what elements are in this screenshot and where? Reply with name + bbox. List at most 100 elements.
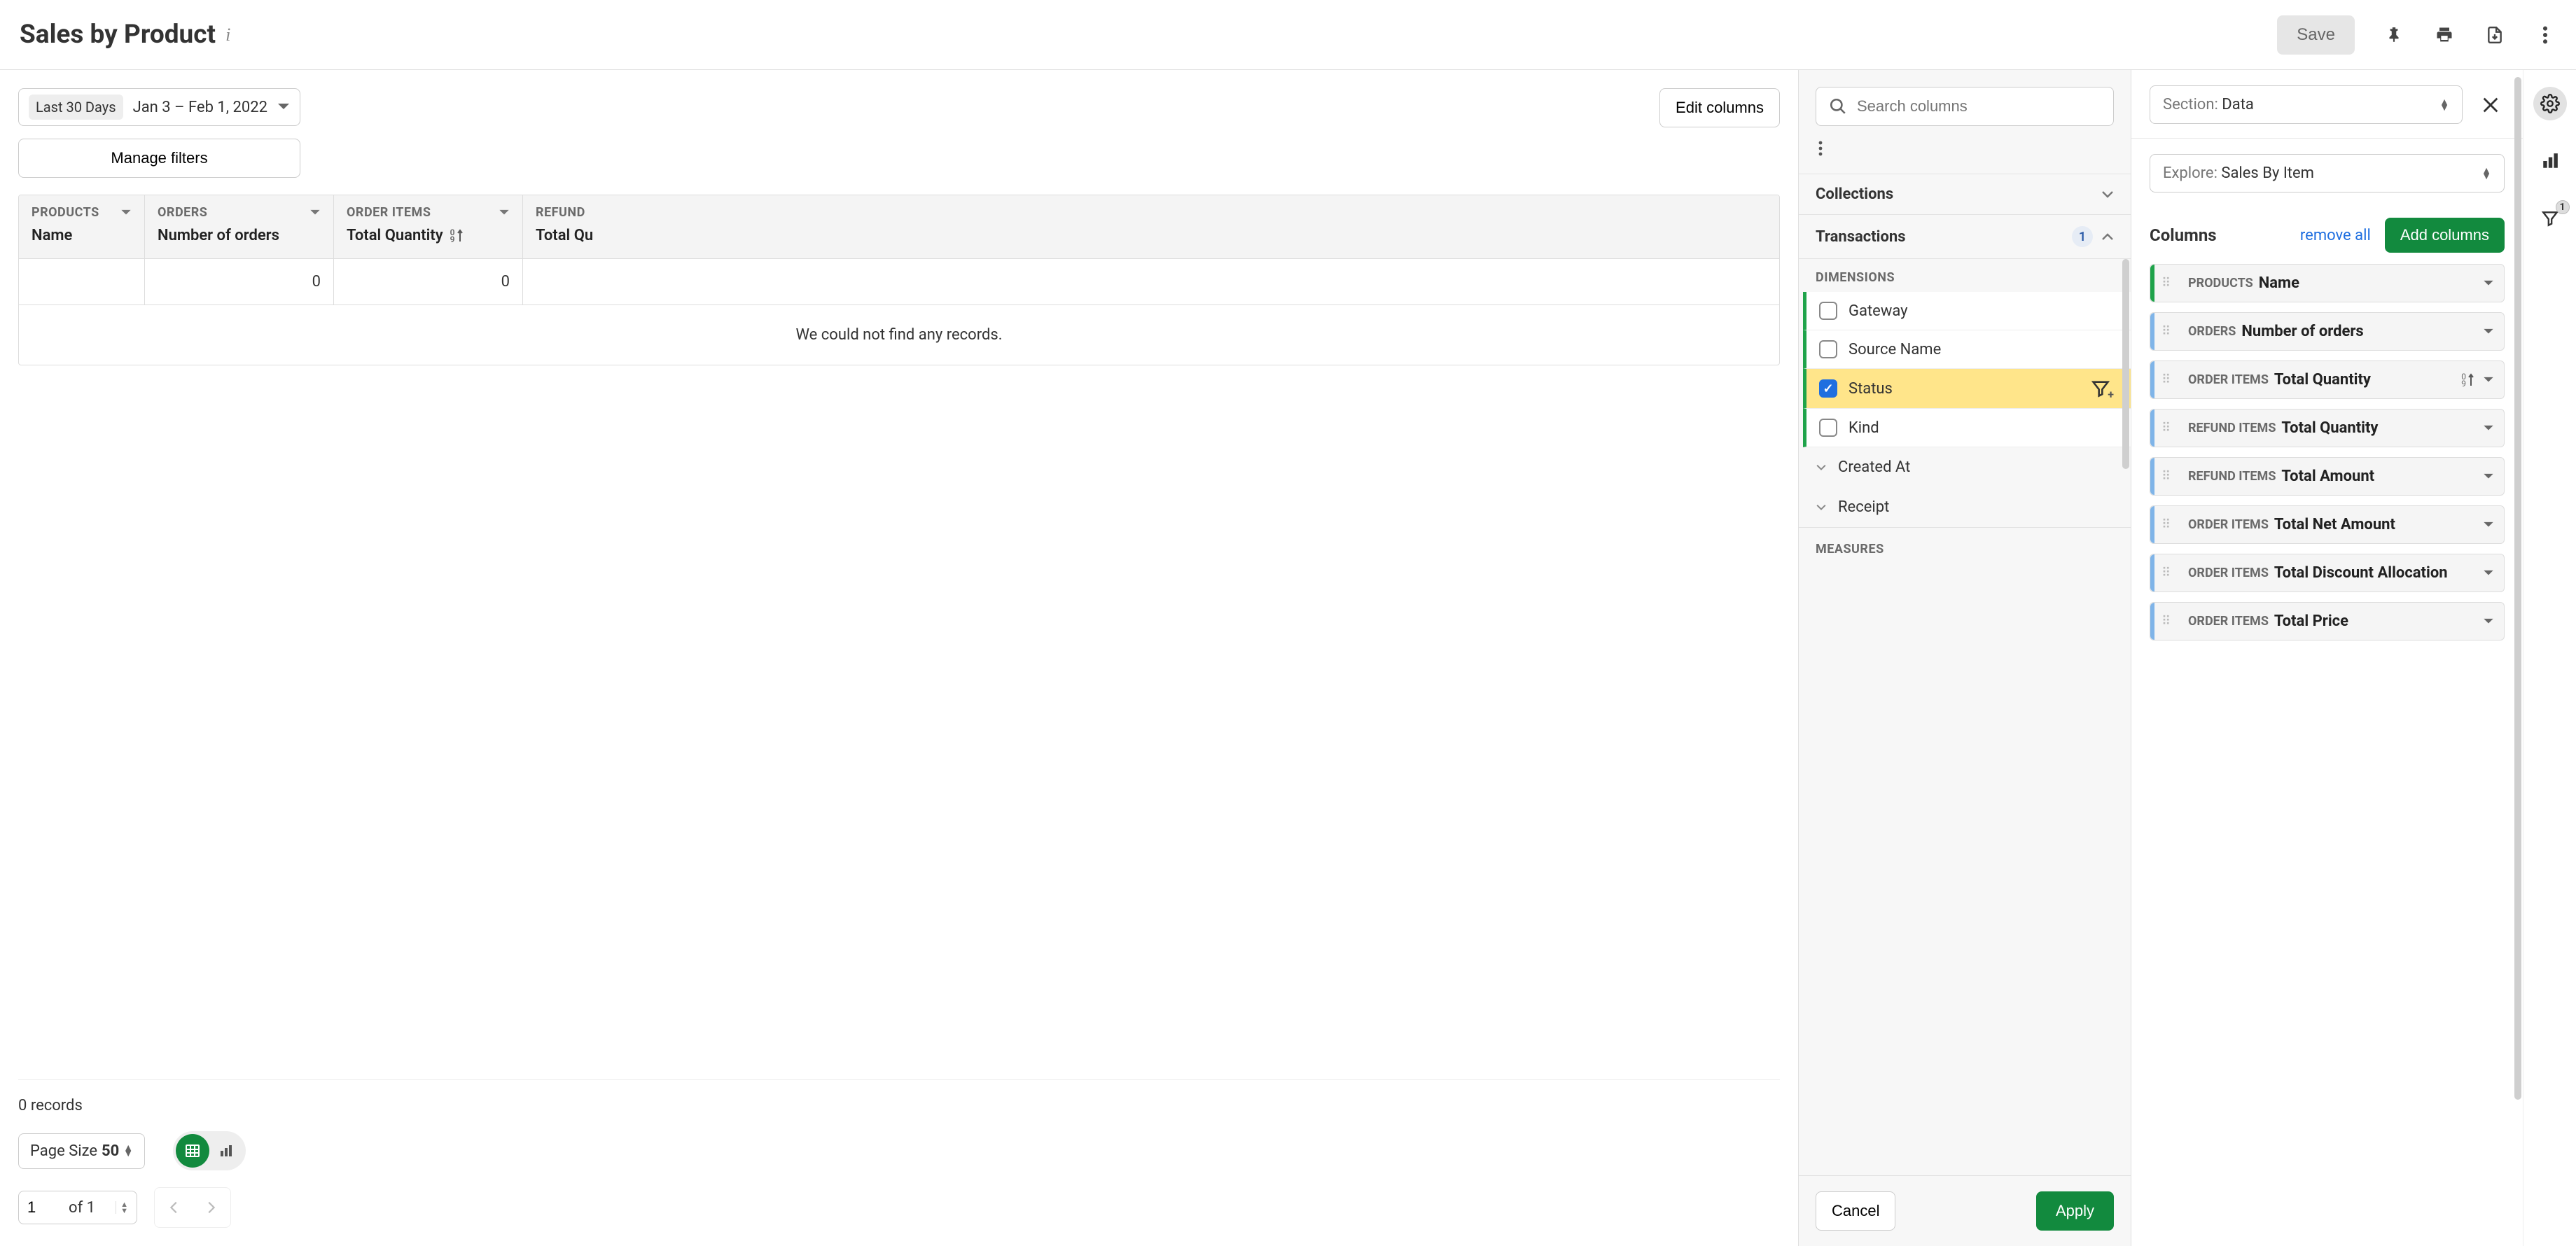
prev-page-button[interactable] [159,1192,190,1223]
chevron-down-icon[interactable] [2483,473,2494,480]
apply-button[interactable]: Apply [2036,1191,2114,1231]
checkbox-unchecked[interactable] [1819,340,1837,358]
scrollbar[interactable] [2122,259,2129,469]
date-range-badge: Last 30 Days [29,94,123,120]
column-item[interactable]: ⠿ORDER ITEMSTotal Quantity09 [2150,360,2505,399]
column-item[interactable]: ⠿PRODUCTSName [2150,264,2505,302]
pin-icon[interactable] [2383,24,2405,46]
chart-view-button[interactable] [209,1134,243,1168]
print-icon[interactable] [2433,24,2456,46]
chevron-down-icon[interactable] [2483,328,2494,335]
search-columns-box[interactable] [1816,87,2114,126]
column-header-products[interactable]: PRODUCTS Name [19,195,145,258]
checkbox-checked[interactable] [1819,379,1837,398]
filter-add-icon[interactable]: + [2091,379,2114,398]
search-columns-input[interactable] [1857,97,2101,115]
chevron-down-icon[interactable] [2483,618,2494,625]
remove-all-link[interactable]: remove all [2300,227,2371,244]
chevron-down-icon [120,209,132,216]
column-header-order-items[interactable]: ORDER ITEMS Total Quantity 09 [334,195,523,258]
page-number-field[interactable] [27,1198,48,1217]
chevron-down-icon[interactable] [2483,425,2494,432]
drag-handle-icon[interactable]: ⠿ [2161,281,2172,286]
date-range-picker[interactable]: Last 30 Days Jan 3 – Feb 1, 2022 [18,88,300,126]
chevron-down-icon[interactable] [2483,522,2494,528]
next-page-button[interactable] [195,1192,226,1223]
measures-label: MEASURES [1799,527,2131,564]
columns-list: ⠿PRODUCTSName⠿ORDERSNumber of orders⠿ORD… [2131,264,2523,657]
chevron-down-icon [1816,504,1827,511]
dimensions-label: DIMENSIONS [1799,259,2131,292]
column-name: Total Amount [2281,468,2374,485]
filter-count-badge: 1 [2556,200,2570,214]
dimension-gateway[interactable]: Gateway [1803,292,2131,330]
close-icon[interactable] [2477,91,2505,119]
column-group: PRODUCTS [2188,276,2253,290]
results-table: PRODUCTS Name ORDERS Number of orders OR… [18,195,1780,365]
column-group: REFUND ITEMS [2188,421,2276,435]
column-header-refund[interactable]: REFUND Total Qu [523,195,1779,258]
dimension-source-name[interactable]: Source Name [1803,330,2131,369]
column-group: ORDER ITEMS [2188,614,2269,629]
column-group: ORDER ITEMS [2188,566,2269,580]
info-icon[interactable]: i [225,24,230,46]
drag-handle-icon[interactable]: ⠿ [2161,571,2172,575]
dimension-kind[interactable]: Kind [1803,409,2131,447]
date-range-text: Jan 3 – Feb 1, 2022 [133,99,267,116]
side-rail: 1 [2523,70,2576,1246]
filter-rail-button[interactable]: 1 [2533,202,2567,235]
chevron-down-icon[interactable] [2483,570,2494,577]
column-name: Total Quantity [2281,419,2378,437]
edit-columns-button[interactable]: Edit columns [1659,88,1780,127]
chevron-down-icon [1816,464,1827,471]
drag-handle-icon[interactable]: ⠿ [2161,378,2172,382]
column-header-orders[interactable]: ORDERS Number of orders [145,195,334,258]
sort-asc-icon[interactable]: 09 [450,229,464,243]
manage-filters-button[interactable]: Manage filters [18,139,300,178]
section-select[interactable]: Section: Data ▲▼ [2150,85,2463,124]
view-toggle [173,1131,246,1170]
section-transactions[interactable]: Transactions 1 [1799,215,2131,259]
column-item[interactable]: ⠿ORDERSNumber of orders [2150,312,2505,351]
section-collections[interactable]: Collections [1799,174,2131,215]
explore-select[interactable]: Explore: Sales By Item ▲▼ [2150,154,2505,192]
page-size-select[interactable]: Page Size 50 ▲▼ [18,1133,145,1169]
column-item[interactable]: ⠿ORDER ITEMSTotal Discount Allocation [2150,554,2505,592]
main-panel: Last 30 Days Jan 3 – Feb 1, 2022 Manage … [0,70,1799,1246]
column-item[interactable]: ⠿ORDER ITEMSTotal Net Amount [2150,505,2505,544]
drag-handle-icon[interactable]: ⠿ [2161,523,2172,527]
checkbox-unchecked[interactable] [1819,419,1837,437]
column-item[interactable]: ⠿ REFUND ITEMS Total Quantity [2150,409,2505,447]
settings-rail-button[interactable] [2533,87,2567,120]
drag-handle-icon[interactable]: ⠿ [2161,426,2172,430]
chevron-down-icon[interactable] [2483,280,2494,287]
chart-rail-button[interactable] [2533,144,2567,178]
more-icon[interactable] [2534,24,2556,46]
add-columns-button[interactable]: Add columns [2385,218,2505,253]
dimension-created-at[interactable]: Created At [1799,447,2131,487]
drag-handle-icon[interactable]: ⠿ [2161,330,2172,334]
drag-handle-icon[interactable]: ⠿ [2161,620,2172,624]
header: Sales by Product i Save [0,0,2576,70]
more-vertical-icon[interactable] [1816,140,2114,157]
drag-handle-icon[interactable]: ⠿ [2161,475,2172,479]
save-button[interactable]: Save [2277,15,2355,55]
column-group: ORDER ITEMS [2188,372,2269,387]
column-item[interactable]: ⠿ORDER ITEMSTotal Price [2150,602,2505,640]
chevron-down-icon[interactable] [2483,377,2494,384]
search-icon [1829,97,1847,115]
dimension-receipt[interactable]: Receipt [1799,487,2131,527]
export-icon[interactable] [2484,24,2506,46]
column-item[interactable]: ⠿REFUND ITEMSTotal Amount [2150,457,2505,496]
cancel-button[interactable]: Cancel [1816,1191,1895,1231]
empty-message: We could not find any records. [19,304,1779,365]
columns-label: Columns [2150,225,2286,245]
config-panel: Section: Data ▲▼ Explore: Sales By Item … [2131,70,2523,1246]
table-view-button[interactable] [176,1134,209,1168]
page-number-input[interactable]: of 1 ▲▼ [18,1191,137,1224]
scrollbar[interactable] [2514,77,2521,1239]
column-picker-panel: Collections Transactions 1 DIMENSIONS Ga… [1799,70,2131,1246]
checkbox-unchecked[interactable] [1819,302,1837,320]
page-stepper[interactable]: ▲▼ [116,1201,128,1214]
dimension-status[interactable]: Status + [1803,369,2131,409]
